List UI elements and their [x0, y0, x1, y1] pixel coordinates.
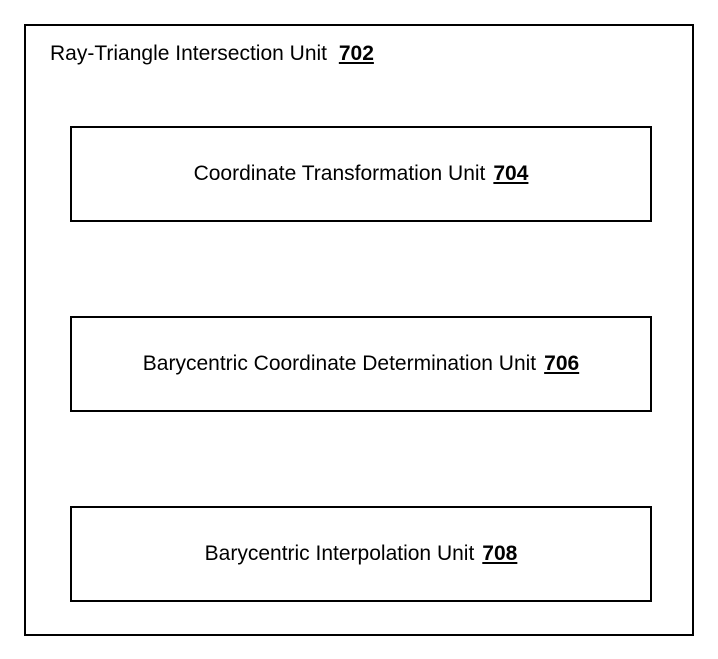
- coordinate-transformation-unit: Coordinate Transformation Unit 704: [70, 126, 652, 222]
- ray-triangle-intersection-unit: Ray-Triangle Intersection Unit 702 Coord…: [24, 24, 694, 636]
- barycentric-interpolation-unit: Barycentric Interpolation Unit 708: [70, 506, 652, 602]
- box-label: Barycentric Interpolation Unit: [205, 542, 475, 566]
- outer-label: Ray-Triangle Intersection Unit: [50, 42, 327, 65]
- box-ref: 708: [482, 542, 517, 566]
- barycentric-coordinate-determination-unit: Barycentric Coordinate Determination Uni…: [70, 316, 652, 412]
- outer-ref: 702: [339, 42, 374, 65]
- outer-title: Ray-Triangle Intersection Unit 702: [50, 42, 374, 66]
- box-ref: 704: [493, 162, 528, 186]
- box-ref: 706: [544, 352, 579, 376]
- box-label: Barycentric Coordinate Determination Uni…: [143, 352, 536, 376]
- box-label: Coordinate Transformation Unit: [194, 162, 486, 186]
